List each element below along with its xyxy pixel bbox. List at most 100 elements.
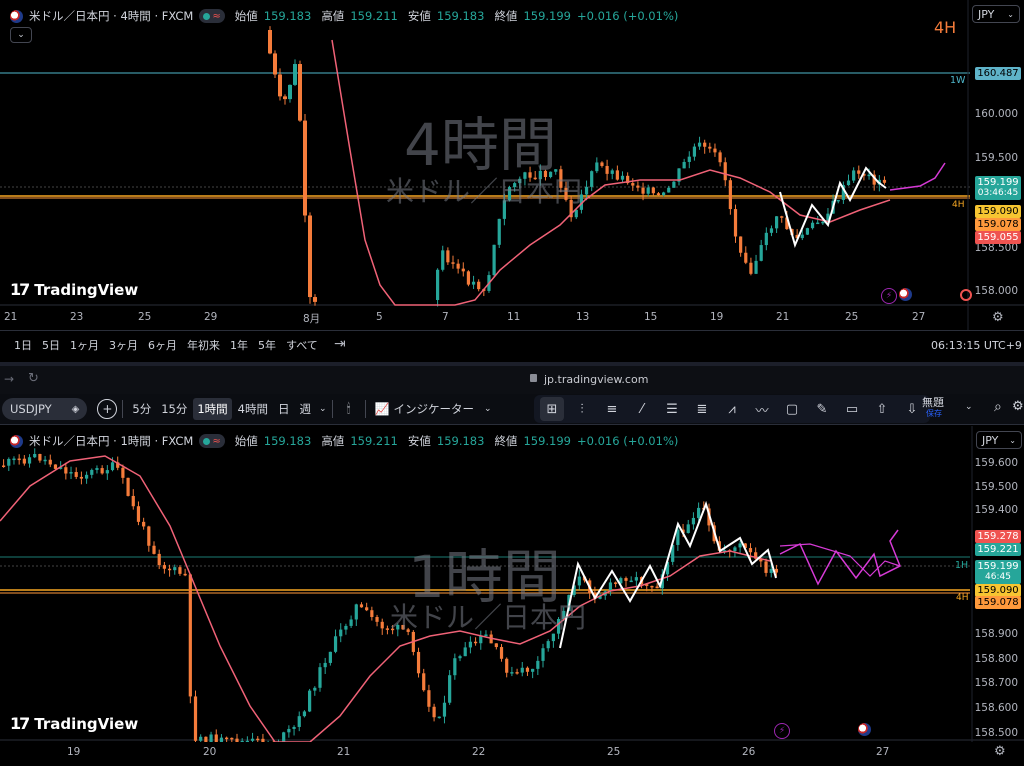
x-tick-label: 15 bbox=[644, 311, 658, 323]
range-buttons[interactable]: 1日 5日 1ヶ月 3ヶ月 6ヶ月 年初来 1年 5年 すべて bbox=[14, 337, 318, 353]
settings-gear-icon[interactable]: ⚙ bbox=[992, 310, 1004, 325]
market-status-badge[interactable]: ≈ bbox=[199, 9, 225, 23]
chart-pane-4h[interactable]: 4時間 米ドル／日本円 米ドル／日本円 · 4時間 · FXCM ≈ 始値 159… bbox=[0, 0, 1024, 362]
candle-body bbox=[131, 495, 135, 507]
low-value: 159.183 bbox=[436, 434, 485, 448]
candle-body bbox=[204, 736, 208, 742]
currency-label: JPY bbox=[978, 7, 995, 21]
candle-body bbox=[463, 647, 467, 657]
candle-body bbox=[536, 660, 540, 669]
candle-body bbox=[867, 174, 871, 177]
candle-type-icon[interactable]: 🕯 bbox=[338, 402, 360, 417]
ray-tool-icon[interactable]: ⁄ bbox=[630, 397, 654, 421]
range-button[interactable]: 6ヶ月 bbox=[148, 337, 177, 353]
range-button[interactable]: 1年 bbox=[230, 337, 248, 353]
interval-button[interactable]: 日 bbox=[274, 398, 294, 420]
reload-icon[interactable]: ↻ bbox=[28, 371, 39, 386]
candle-body bbox=[142, 521, 146, 527]
candle-body bbox=[427, 690, 431, 707]
forward-arrow-icon[interactable]: → bbox=[4, 372, 14, 386]
candle-body bbox=[416, 651, 421, 674]
candle-body bbox=[477, 281, 481, 290]
price-tag: 159.055 bbox=[975, 231, 1021, 244]
candle-body bbox=[634, 577, 638, 581]
indicators-button[interactable]: 📈 インジケーター bbox=[371, 401, 478, 417]
open-label: 始値 bbox=[234, 434, 258, 448]
events-lightning-icon[interactable]: ⚡ bbox=[774, 723, 790, 739]
x-tick-label: 22 bbox=[472, 746, 486, 758]
candle-body bbox=[261, 738, 265, 742]
goto-date-icon[interactable]: ⇥ bbox=[334, 336, 346, 352]
zigzag-tool-icon[interactable]: 〰 bbox=[750, 397, 774, 421]
legend-collapse-button[interactable]: ⌄ bbox=[10, 27, 32, 43]
goto-realtime-icon[interactable] bbox=[960, 289, 972, 301]
range-button[interactable]: 5年 bbox=[258, 337, 276, 353]
arrow-up-tool-icon[interactable]: ⇧ bbox=[870, 397, 894, 421]
y-tick-label: 158.800 bbox=[974, 653, 1018, 665]
symbol-search-button[interactable]: USDJPY ◈ bbox=[2, 398, 88, 420]
rectangle-tool-icon[interactable]: ▢ bbox=[780, 397, 804, 421]
arrow-down-tool-icon[interactable]: ⇩ bbox=[900, 397, 924, 421]
candle-body bbox=[754, 260, 758, 274]
candle-body bbox=[769, 568, 773, 573]
economic-event-flag-icon[interactable] bbox=[858, 723, 871, 739]
symbol-title[interactable]: 米ドル／日本円 · 1時間 · FXCM bbox=[29, 433, 193, 449]
horizontal-line-tool-icon[interactable]: ≡ bbox=[600, 397, 624, 421]
range-button[interactable]: 1ヶ月 bbox=[70, 337, 99, 353]
indicators-more-icon[interactable]: ⌄ bbox=[484, 404, 492, 414]
candle-body bbox=[651, 187, 655, 194]
settings-gear-icon[interactable]: ⚙ bbox=[994, 744, 1006, 759]
candle-body bbox=[852, 170, 856, 181]
pattern-tool-icon[interactable]: ⩘ bbox=[720, 397, 744, 421]
layout-dropdown-icon[interactable]: ⌄ bbox=[965, 402, 973, 412]
interval-button[interactable]: 1時間 bbox=[193, 398, 232, 420]
candle-body bbox=[69, 472, 73, 474]
candle-body bbox=[458, 656, 462, 659]
candle-body bbox=[53, 464, 58, 469]
range-button[interactable]: 3ヶ月 bbox=[109, 337, 138, 353]
x-tick-label: 20 bbox=[203, 746, 217, 758]
interval-button[interactable]: 15分 bbox=[157, 398, 191, 420]
parallel-channel-icon[interactable]: ☰ bbox=[660, 397, 684, 421]
address-bar[interactable]: jp.tradingview.com bbox=[544, 373, 648, 386]
currency-select[interactable]: JPY ⌄ bbox=[976, 431, 1022, 449]
fib-tool-icon[interactable]: ≣ bbox=[690, 397, 714, 421]
symbol-legend[interactable]: 米ドル／日本円 · 4時間 · FXCM ≈ 始値 159.183 高値 159.2… bbox=[10, 8, 678, 24]
currency-select[interactable]: JPY ⌄ bbox=[972, 5, 1020, 23]
candle-body bbox=[749, 262, 753, 274]
comment-tool-icon[interactable]: ▭ bbox=[840, 397, 864, 421]
symbol-title[interactable]: 米ドル／日本円 · 4時間 · FXCM bbox=[29, 8, 193, 24]
chart-pane-1h[interactable]: 1時間 米ドル／日本円 米ドル／日本円 · 1時間 · FXCM ≈ 始値 159… bbox=[0, 426, 1024, 766]
interval-button[interactable]: 週 bbox=[296, 398, 316, 420]
market-status-badge[interactable]: ≈ bbox=[199, 434, 225, 448]
crosshair-tool-icon[interactable]: ⊞ bbox=[540, 397, 564, 421]
compare-add-icon[interactable]: + bbox=[97, 399, 118, 419]
settings-icon[interactable]: ⚙ bbox=[1012, 399, 1024, 414]
layout-name-button[interactable]: 無題 保存 bbox=[922, 397, 944, 419]
candle-body bbox=[288, 84, 292, 100]
range-button[interactable]: 1日 bbox=[14, 337, 32, 353]
currency-label: JPY bbox=[982, 433, 999, 447]
search-icon[interactable]: ⌕ bbox=[994, 399, 1002, 415]
interval-more-icon[interactable]: ⌄ bbox=[319, 404, 327, 414]
range-button[interactable]: 5日 bbox=[42, 337, 60, 353]
interval-button[interactable]: 5分 bbox=[128, 398, 155, 420]
range-button[interactable]: 年初来 bbox=[187, 337, 220, 353]
price-tag: 159.199 03:46:45 bbox=[975, 176, 1021, 200]
tradingview-logo-icon: 17 bbox=[10, 714, 30, 733]
candle-body bbox=[235, 738, 239, 742]
brush-tool-icon[interactable]: ✎ bbox=[810, 397, 834, 421]
candle-body bbox=[188, 574, 192, 697]
events-lightning-icon[interactable]: ⚡ bbox=[881, 288, 897, 304]
x-tick-label: 27 bbox=[876, 746, 890, 758]
candle-body bbox=[12, 458, 16, 461]
trendline-tool-icon[interactable]: ⫶ bbox=[570, 397, 594, 421]
symbol-legend[interactable]: 米ドル／日本円 · 1時間 · FXCM ≈ 始値 159.183 高値 159.2… bbox=[10, 433, 678, 449]
candle-body bbox=[723, 162, 727, 181]
range-button[interactable]: すべて bbox=[286, 337, 318, 353]
interval-buttons[interactable]: 5分 15分 1時間 4時間日週 bbox=[128, 398, 315, 420]
economic-event-flag-icon[interactable] bbox=[899, 288, 912, 304]
line-tag-4h: 4H bbox=[956, 593, 969, 603]
clock-label[interactable]: 06:13:15 UTC+9 bbox=[931, 339, 1022, 352]
interval-button[interactable]: 4時間 bbox=[234, 398, 272, 420]
